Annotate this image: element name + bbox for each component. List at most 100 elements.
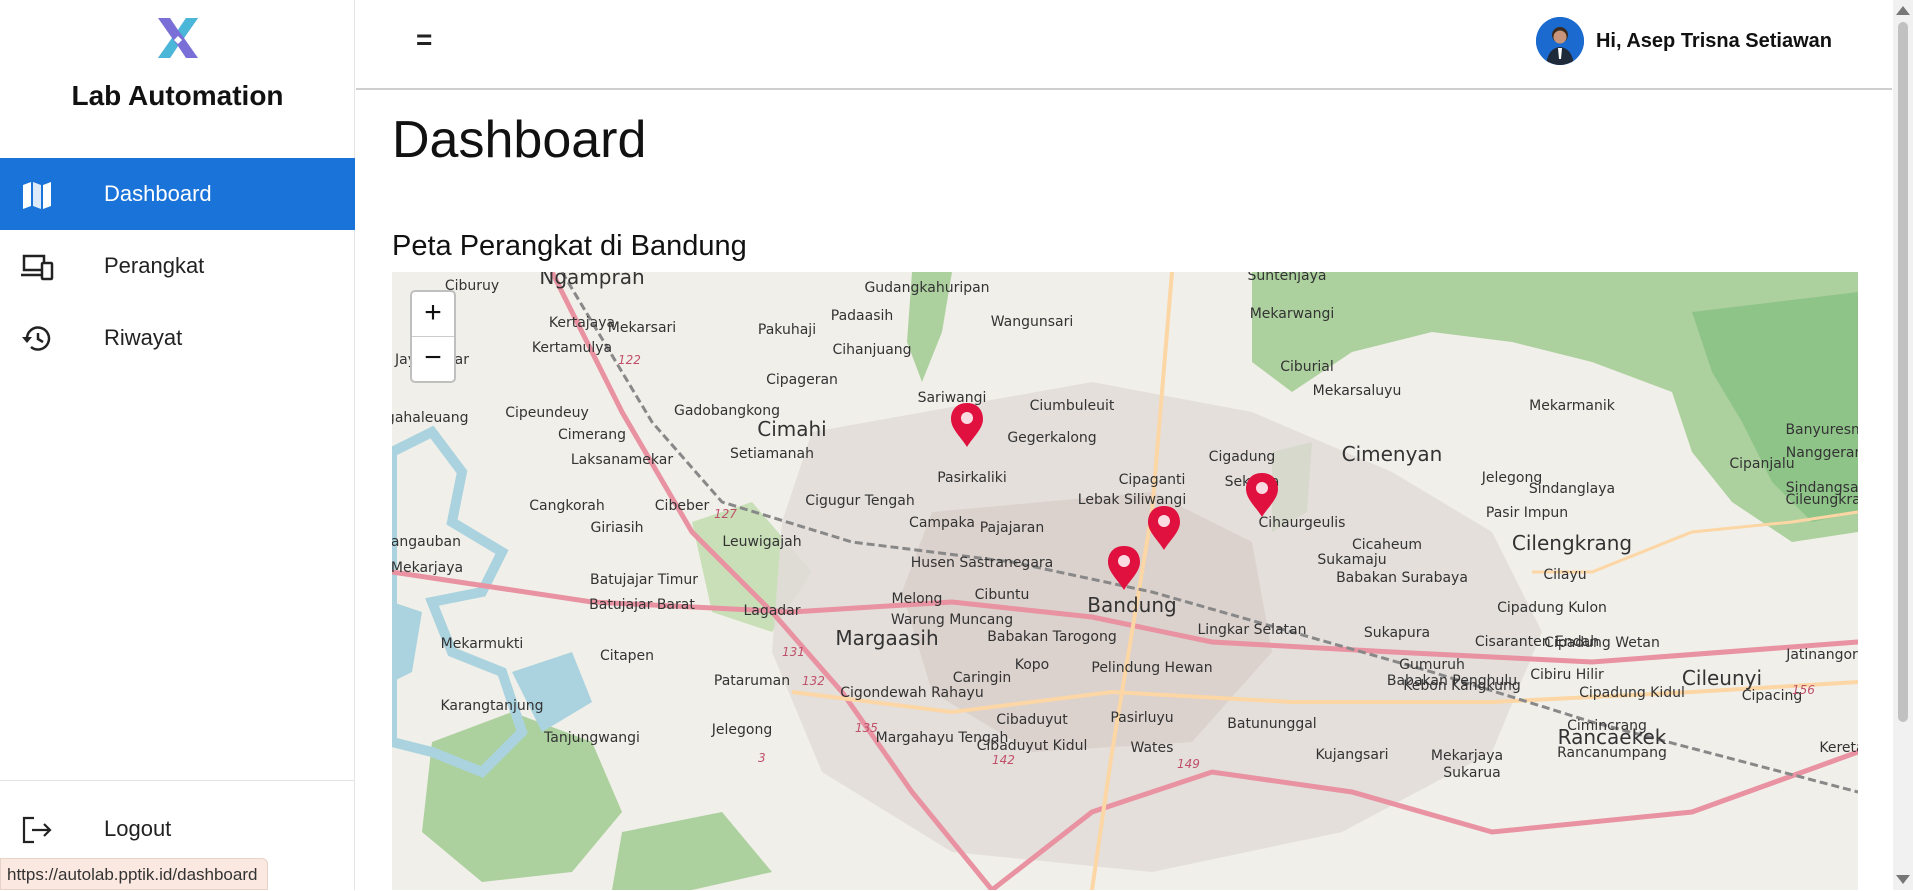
map-place-label: Mekarmanik bbox=[1529, 398, 1616, 414]
map-place-label: Citapen bbox=[600, 648, 654, 664]
map-place-label: Cileunyi bbox=[1682, 666, 1762, 690]
map-place-label: Tanjungwangi bbox=[543, 730, 640, 746]
map-place-label: Melong bbox=[892, 591, 943, 607]
map-place-label: Pangauban bbox=[392, 534, 461, 550]
sidebar-item-riwayat[interactable]: Riwayat bbox=[0, 302, 355, 374]
map-place-label: Kereta bbox=[1819, 740, 1858, 756]
map-place-label: Wates bbox=[1131, 740, 1174, 756]
map-place-label: Pasirkaliki bbox=[937, 470, 1007, 486]
map-place-label: Cilayu bbox=[1543, 567, 1586, 583]
map-place-label: Cimenyan bbox=[1342, 442, 1443, 466]
map-place-label: Cilengkrang bbox=[1512, 531, 1632, 555]
map-place-label: Rancaekek bbox=[1558, 725, 1667, 749]
map-tiles[interactable]: Ngamprah GudangkahuripanSuntenjayaCiburuy… bbox=[392, 272, 1858, 890]
map-place-label: Ciburial bbox=[1280, 359, 1334, 375]
map-place-label: Setiamanah bbox=[730, 446, 814, 462]
map-place-label: Pelindung Hewan bbox=[1091, 660, 1212, 676]
map-road-number: 135 bbox=[855, 721, 878, 735]
map-place-label: Cimahi bbox=[757, 417, 827, 441]
map-place-label: Suntenjaya bbox=[1248, 272, 1327, 284]
sidebar-nav: Dashboard Perangkat Riwayat bbox=[0, 158, 355, 374]
map-place-label: Pasirluyu bbox=[1110, 710, 1173, 726]
map-place-label: Kebon Kangkung bbox=[1403, 678, 1520, 694]
map-place-label: Pataruman bbox=[714, 673, 790, 689]
map-place-label: Kertajaya bbox=[549, 315, 615, 331]
map-place-label: Mekarsaluyu bbox=[1313, 383, 1402, 399]
map-place-label: Sariwangi bbox=[918, 390, 987, 406]
top-header: = Hi, Asep Trisna Setiawan bbox=[356, 0, 1892, 90]
map-place-label: Batujajar Timur bbox=[590, 572, 698, 588]
map-place-label: Cipadung Kidul bbox=[1579, 685, 1685, 701]
map-place-label: Margaasih bbox=[835, 626, 938, 650]
status-bar-url: https://autolab.pptik.id/dashboard bbox=[0, 858, 269, 890]
map-place-label: Kujangsari bbox=[1315, 747, 1388, 763]
page-scrollbar[interactable] bbox=[1893, 0, 1913, 890]
map-place-label: Cigondewah Rahayu bbox=[840, 685, 983, 701]
map-place-label: Cimerang bbox=[558, 427, 626, 443]
scroll-thumb[interactable] bbox=[1898, 22, 1908, 722]
map-road-number: 156 bbox=[1792, 683, 1815, 697]
map-place-label: Karangtanjung bbox=[440, 698, 543, 714]
map-place-label: Cigugur Tengah bbox=[805, 493, 914, 509]
map-place-label: Cihaurgeulis bbox=[1259, 515, 1346, 531]
map-place-label: Cipadung Wetan bbox=[1544, 635, 1660, 651]
logout-label: Logout bbox=[104, 816, 172, 841]
map-place-label: Pakuhaji bbox=[758, 322, 816, 338]
map-place-label: Cileungkrang bbox=[1785, 492, 1858, 508]
zoom-out-button[interactable]: − bbox=[412, 336, 454, 381]
map-place-label: Gumuruh bbox=[1399, 657, 1465, 673]
map-road-number: 127 bbox=[714, 507, 737, 521]
sidebar-divider bbox=[0, 780, 355, 781]
map-place-label: Kopo bbox=[1015, 657, 1050, 673]
map-place-label: Mekarsari bbox=[608, 320, 676, 336]
map-place-label: Ngahaleuang bbox=[392, 410, 469, 426]
map-place-label: Cibuntu bbox=[975, 587, 1030, 603]
map-place-label: Cibaduyut bbox=[996, 712, 1068, 728]
map-place-label: Lagadar bbox=[743, 603, 800, 619]
map-icon bbox=[23, 182, 51, 209]
map-place-label: Nanggerang bbox=[1786, 445, 1858, 461]
map-place-label: Mekarjaya bbox=[1431, 748, 1503, 764]
sidebar-item-dashboard[interactable]: Dashboard bbox=[0, 158, 355, 230]
map-place-label: Cibiru Hilir bbox=[1530, 667, 1604, 683]
map-road-number: 122 bbox=[618, 353, 641, 367]
map-place-label: Ngamprah bbox=[539, 272, 644, 289]
sidebar-item-perangkat[interactable]: Perangkat bbox=[0, 230, 355, 302]
map-place-label: Gudangkahuripan bbox=[864, 280, 989, 296]
sidebar-item-label: Dashboard bbox=[104, 181, 212, 206]
map-place-label: Leuwigajah bbox=[722, 534, 801, 550]
logout-icon bbox=[22, 816, 52, 844]
map-section-title: Peta Perangkat di Bandung bbox=[392, 230, 747, 262]
user-menu[interactable]: Hi, Asep Trisna Setiawan bbox=[1535, 17, 1832, 65]
map-place-label: Ciumbuleuit bbox=[1030, 398, 1115, 414]
map-place-label: Cangkorah bbox=[529, 498, 605, 514]
map-place-label: Cibeber bbox=[655, 498, 710, 514]
map-place-label: Gegerkalong bbox=[1007, 430, 1096, 446]
map-place-label: Batujajar Barat bbox=[589, 597, 695, 613]
map-place-label: Campaka bbox=[909, 515, 975, 531]
map-place-label: Sukamaju bbox=[1317, 552, 1386, 568]
map-place-label: Cihanjuang bbox=[832, 342, 911, 358]
map-place-label: Caringin bbox=[953, 670, 1012, 686]
menu-toggle-button[interactable]: = bbox=[416, 24, 432, 56]
scroll-down-arrow-icon[interactable] bbox=[1896, 875, 1910, 884]
map-place-label: Lebak Siliwangi bbox=[1078, 492, 1186, 508]
map-place-label: Cipanjalu bbox=[1729, 456, 1794, 472]
map-place-label: Cipadung Kulon bbox=[1497, 600, 1607, 616]
logout-button[interactable]: Logout bbox=[0, 793, 355, 865]
map-place-label: Husen Sastranegara bbox=[911, 555, 1054, 571]
map-place-label: Cipeundeuy bbox=[505, 405, 589, 421]
map-road-number: 142 bbox=[992, 753, 1015, 767]
map-place-label: Jelegong bbox=[1481, 470, 1542, 486]
devices-icon bbox=[21, 254, 54, 281]
map-place-label: Batununggal bbox=[1227, 716, 1316, 732]
zoom-in-button[interactable]: + bbox=[412, 292, 454, 336]
device-map[interactable]: Ngamprah Gudangkahuripan Suntenjaya Ciburuy… bbox=[392, 272, 1858, 890]
map-place-label: Babakan Tarogong bbox=[987, 629, 1116, 645]
app-logo-icon bbox=[157, 18, 198, 58]
map-road-number: 3 bbox=[758, 751, 766, 765]
scroll-up-arrow-icon[interactable] bbox=[1896, 6, 1910, 15]
map-place-label: Mekarmukti bbox=[441, 636, 524, 652]
map-place-label: Giriasih bbox=[590, 520, 643, 536]
sidebar: Lab Automation Dashboard Perangkat Riway… bbox=[0, 0, 355, 890]
